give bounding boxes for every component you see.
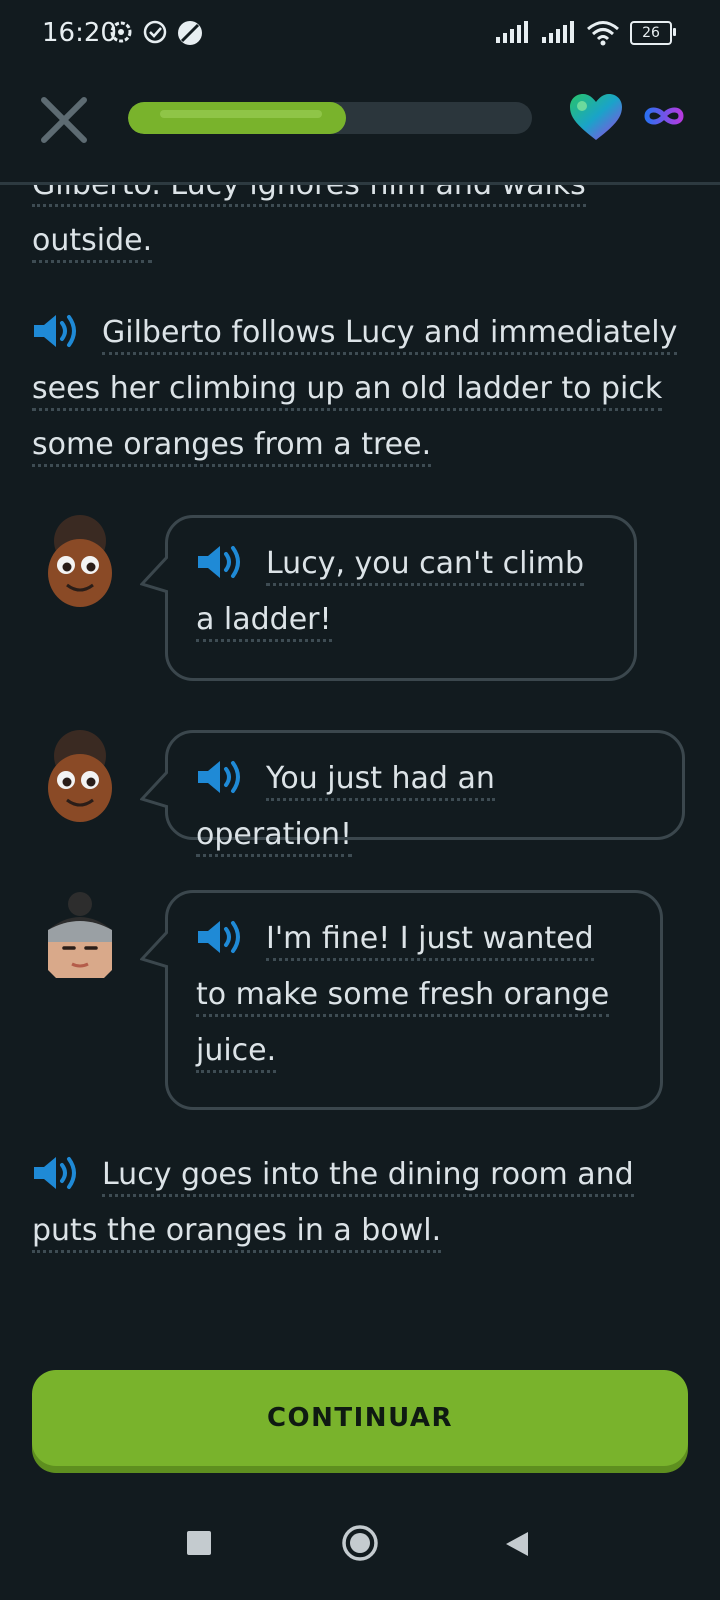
- lesson-header: [0, 70, 720, 182]
- story-text-intro-line2[interactable]: outside.: [32, 223, 153, 263]
- story-paragraph-narration-1: Gilberto follows Lucy and immediately se…: [32, 305, 692, 473]
- speaker-icon[interactable]: [196, 918, 246, 956]
- bubble-tail: [140, 769, 168, 809]
- speaker-icon[interactable]: [196, 758, 246, 796]
- status-right-icons: 26: [494, 20, 676, 46]
- status-time: 16:20: [42, 18, 117, 48]
- dialogue-bubble-2: You just had an operation!: [140, 730, 685, 857]
- signal-icon: [496, 21, 528, 43]
- close-icon[interactable]: [38, 94, 90, 146]
- back-triangle-icon[interactable]: [504, 1530, 530, 1558]
- battery-indicator: 26: [630, 21, 676, 45]
- status-left-icons: [108, 19, 204, 47]
- recents-square-icon[interactable]: [186, 1530, 212, 1556]
- continue-button[interactable]: CONTINUAR: [32, 1370, 688, 1466]
- story-text-narration-2[interactable]: Lucy goes into the dining room and puts …: [32, 1157, 634, 1253]
- dialogue-text-3[interactable]: I'm fine! I just wanted to make some fre…: [196, 921, 610, 1073]
- story-paragraph-narration-2: Lucy goes into the dining room and puts …: [32, 1147, 692, 1259]
- progress-shine: [160, 110, 322, 118]
- heart-icon[interactable]: [568, 92, 624, 142]
- wifi-icon: [587, 21, 619, 46]
- gilberto-avatar: [48, 730, 112, 822]
- dialogue-bubble-3: I'm fine! I just wanted to make some fre…: [140, 890, 663, 1110]
- speaker-icon[interactable]: [32, 312, 82, 350]
- gilberto-avatar: [48, 515, 112, 607]
- lucy-avatar: [48, 892, 112, 978]
- story-paragraph-intro: Gilberto. Lucy ignores him and walks out…: [32, 185, 692, 269]
- bubble-tail: [140, 929, 168, 969]
- story-content: Gilberto. Lucy ignores him and walks out…: [0, 185, 720, 1325]
- infinity-icon: [644, 107, 684, 125]
- lesson-progress-bar: [128, 102, 532, 134]
- dialogue-bubble-1: Lucy, you can't climb a ladder!: [140, 515, 637, 681]
- signal-icon-2: [542, 21, 574, 43]
- story-text-intro[interactable]: Gilberto. Lucy ignores him and walks: [32, 185, 586, 207]
- home-circle-icon[interactable]: [341, 1524, 379, 1562]
- speaker-icon[interactable]: [196, 543, 246, 581]
- check-circle-icon: [143, 20, 167, 44]
- status-bar: 16:20 26: [0, 0, 720, 70]
- progress-fill: [128, 102, 347, 134]
- story-text-narration-1[interactable]: Gilberto follows Lucy and immediately se…: [32, 315, 678, 467]
- gear-sync-icon: [110, 21, 132, 43]
- mute-circle-icon: [178, 21, 202, 45]
- speaker-icon[interactable]: [32, 1154, 82, 1192]
- dialogue-text-1[interactable]: Lucy, you can't climb a ladder!: [196, 546, 585, 642]
- system-nav-bar: [0, 1500, 720, 1600]
- bubble-tail: [140, 554, 168, 594]
